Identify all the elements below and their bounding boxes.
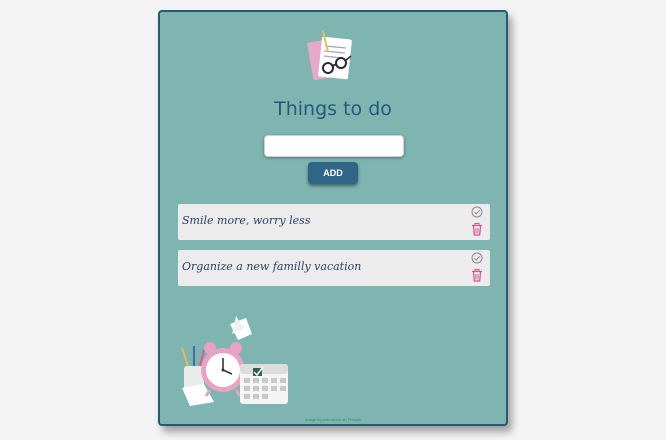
todo-text: Organize a new familly vacation — [182, 260, 362, 273]
check-circle-icon[interactable] — [471, 206, 483, 218]
page-title: Things to do — [274, 98, 392, 120]
add-button[interactable]: ADD — [308, 162, 358, 184]
todo-text: Smile more, worry less — [182, 214, 311, 227]
todo-item: Organize a new familly vacation — [178, 250, 490, 286]
image-credit: Image by pch.vector on Freepik — [304, 417, 362, 422]
todo-item: Smile more, worry less — [178, 204, 490, 240]
trash-icon[interactable] — [471, 269, 483, 282]
trash-icon[interactable] — [471, 223, 483, 236]
alarm-clock-calendar-icon — [181, 316, 288, 406]
check-circle-icon[interactable] — [471, 252, 483, 264]
todo-list: Smile more, worry less Organize a new fa… — [178, 204, 490, 296]
papers-glasses-icon — [307, 30, 352, 80]
task-input[interactable] — [264, 135, 404, 157]
todo-card: Things to do ADD Smile more, worry less … — [158, 10, 508, 426]
